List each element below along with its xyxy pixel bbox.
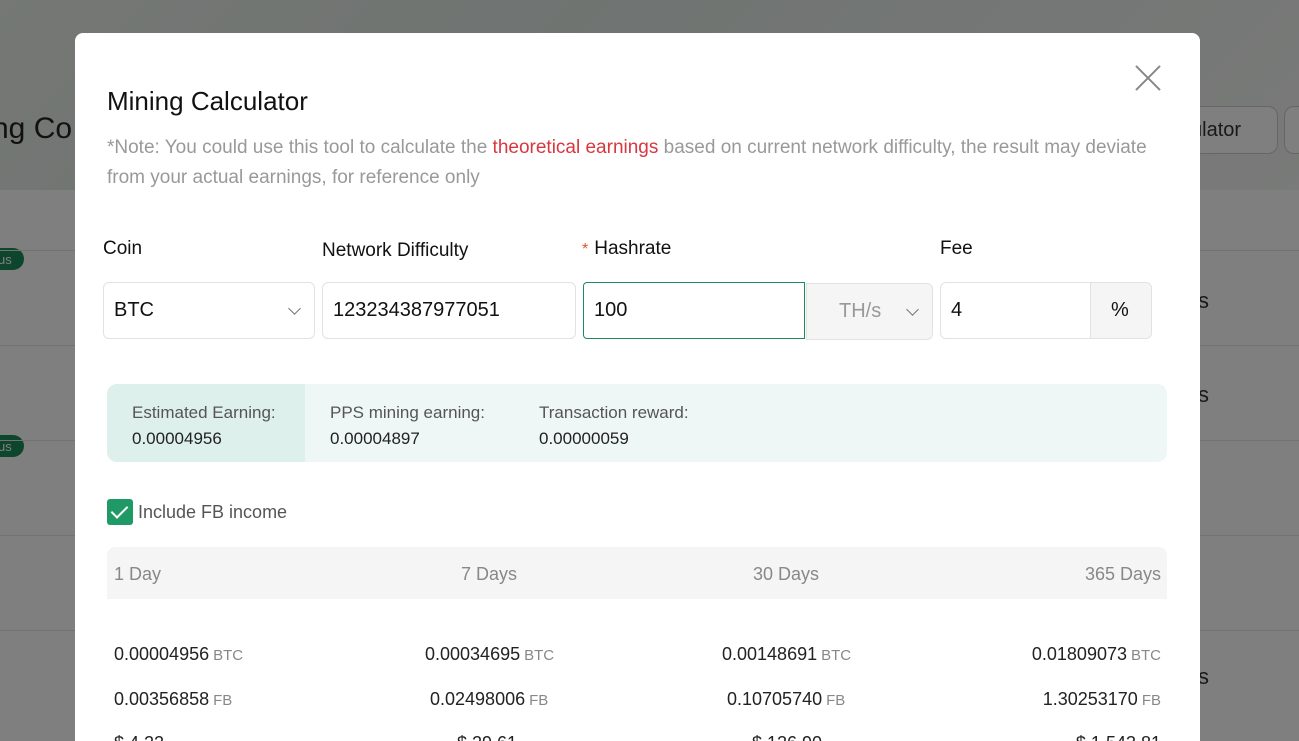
modal-title: Mining Calculator [107,86,308,116]
cell-value: $ 1,543.81 [1076,733,1161,741]
include-fb-label[interactable]: Include FB income [138,502,287,523]
chevron-down-icon [288,302,301,315]
table-cell: 0.00356858 FB [114,689,232,710]
fee-label: Fee [940,238,973,259]
hashrate-label: * Hashrate [582,238,671,260]
cell-unit: FB [213,692,233,709]
cell-unit: BTC [213,647,244,664]
table-cell: 1.30253170 FB [1043,689,1161,710]
pps-earning-value: 0.00004897 [330,429,420,448]
transaction-reward-value: 0.00000059 [539,429,629,448]
table-cell: 0.00034695 BTC [425,644,554,665]
include-fb-checkbox[interactable] [107,499,133,525]
cell-value: $ 126.90 [752,733,822,741]
cell-unit: BTC [1131,647,1161,664]
transaction-reward-label: Transaction reward: [539,403,689,422]
coin-select[interactable]: BTC [103,282,315,339]
estimated-earning-label: Estimated Earning: [132,403,276,422]
fee-percent-addon: % [1090,282,1152,339]
cell-unit: BTC [821,647,852,664]
chevron-down-icon [906,303,919,316]
table-cell: 0.02498006 FB [430,689,548,710]
cell-value: 0.10705740 [727,689,823,709]
transaction-reward: Transaction reward: 0.00000059 [539,384,689,462]
cell-value: $ 4.22 [114,733,164,741]
note-prefix: *Note: You could use this tool to calcul… [107,137,493,158]
cell-value: 1.30253170 [1042,689,1138,709]
pps-earning-label: PPS mining earning: [330,403,485,422]
hashrate-label-text: Hashrate [594,238,672,259]
hashrate-input[interactable]: 100 [583,282,805,339]
table-row: 0.00356858 FB 0.02498006 FB 0.10705740 FB 1… [107,689,1167,719]
hashrate-unit-select[interactable]: TH/s [806,283,933,340]
table-cell: 0.00004956 BTC [114,644,243,665]
difficulty-label: Network Difficulty [322,240,469,261]
earnings-summary: Estimated Earning: 0.00004956 PPS mining… [107,384,1167,462]
hashrate-unit-value: TH/s [839,300,882,322]
modal-note: *Note: You could use this tool to calcul… [107,133,1147,193]
header-365-days: 365 Days [1084,564,1161,584]
cell-unit: FB [826,692,846,709]
cell-value: $ 29.61 [457,733,517,741]
fee-input[interactable]: 4 [940,282,1091,339]
estimated-earning-value: 0.00004956 [132,429,222,448]
header-30-days: 30 Days [753,564,820,584]
cell-unit: FB [529,692,549,709]
coin-label: Coin [103,238,143,259]
cell-value: 0.00148691 [722,644,818,664]
coin-select-value: BTC [114,299,154,321]
note-highlight: theoretical earnings [492,137,659,158]
cell-value: 0.00004956 [114,644,210,664]
cell-unit: FB [1141,692,1161,709]
close-icon[interactable] [1133,63,1163,93]
estimated-earning: Estimated Earning: 0.00004956 [107,384,305,462]
cell-value: 0.00034695 [425,644,521,664]
table-cell: 0.00148691 BTC [722,644,851,665]
table-cell: 0.10705740 FB [727,689,845,710]
cell-unit: BTC [524,647,555,664]
header-7-days: 7 Days [461,564,518,584]
cell-value: 0.02498006 [430,689,526,709]
table-row: $ 4.22 $ 29.61 $ 126.90 $ 1,543.81 [107,733,1167,741]
header-1-day: 1 Day [114,564,162,584]
required-mark: * [582,241,589,258]
cell-value: 0.01809073 [1031,644,1127,664]
table-cell: 0.01809073 BTC [1032,644,1161,665]
table-row: 0.00004956 BTC 0.00034695 BTC 0.00148691 BT… [107,644,1167,674]
earnings-table-header: 1 Day 7 Days 30 Days 365 Days [107,547,1167,599]
pps-earning: PPS mining earning: 0.00004897 [330,384,485,462]
difficulty-input[interactable]: 123234387977051 [322,282,576,339]
mining-calculator-modal: Mining Calculator *Note: You could use t… [75,33,1200,741]
cell-value: 0.00356858 [114,689,210,709]
